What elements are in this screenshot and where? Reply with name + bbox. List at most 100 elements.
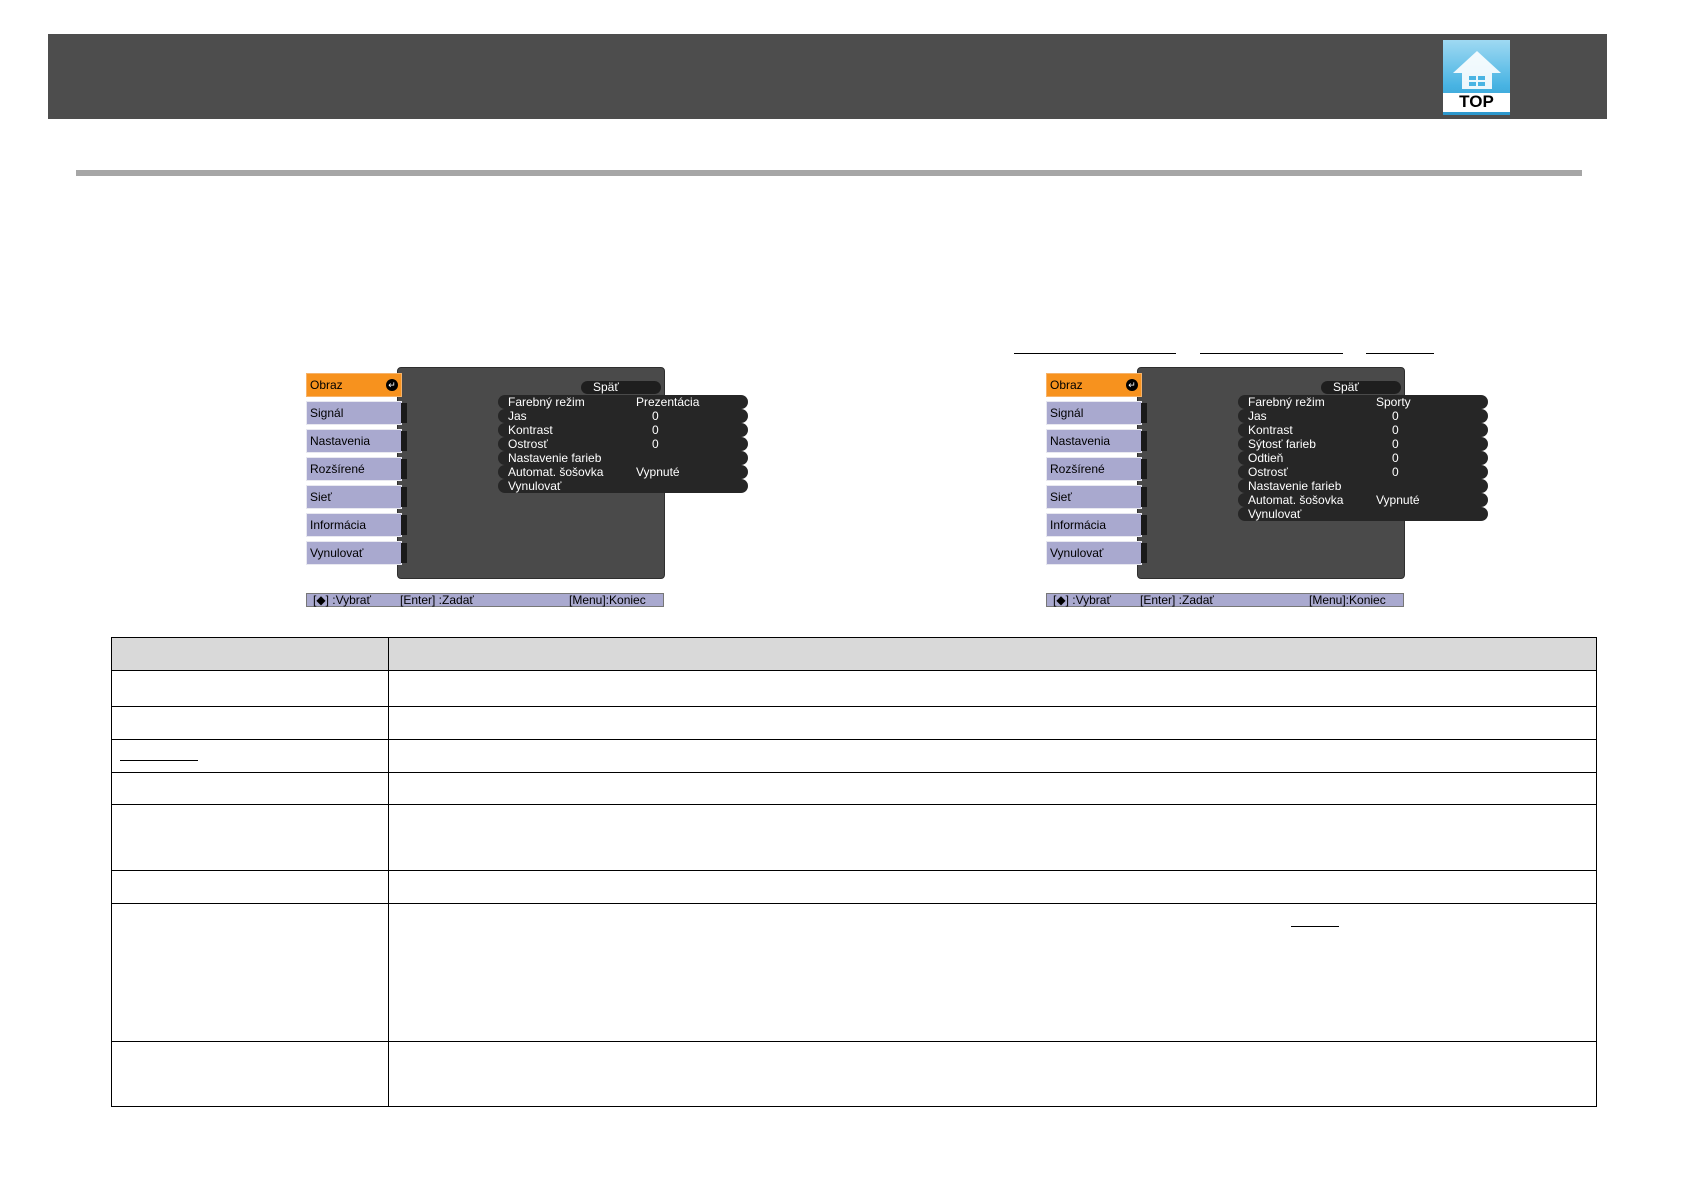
menu-tab-obraz[interactable]: Obraz ↵ <box>306 373 402 397</box>
back-button[interactable]: Späť <box>1321 381 1401 394</box>
menu-row[interactable]: Jas 0 <box>498 409 748 423</box>
table-cell <box>388 903 1597 1042</box>
row-label: Jas <box>1248 409 1267 423</box>
row-value: 0 <box>1392 465 1399 479</box>
header-bar <box>48 34 1607 119</box>
menu-row[interactable]: Kontrast 0 <box>498 423 748 437</box>
menu-row[interactable]: Kontrast 0 <box>1238 423 1488 437</box>
row-value: 0 <box>652 409 659 423</box>
footer-enter-hint: [Enter] :Zadať <box>1140 593 1214 607</box>
menu-tab-vynulovat[interactable]: Vynulovať <box>306 541 407 565</box>
table-cell <box>111 772 389 805</box>
glossary-link[interactable] <box>1291 926 1339 927</box>
menu-tab-signal[interactable]: Signál <box>1046 401 1147 425</box>
row-value: 0 <box>652 423 659 437</box>
table-cell <box>111 670 389 707</box>
menu-tab-siet[interactable]: Sieť <box>1046 485 1147 509</box>
menu-screenshot: Späť Farebný režim Prezentácia Jas 0 Kontr… <box>306 367 748 607</box>
menu-row[interactable]: Jas 0 <box>1238 409 1488 423</box>
row-label: Automat. šošovka <box>508 465 604 479</box>
row-label: Automat. šošovka <box>1248 493 1344 507</box>
menu-tab-vynulovat[interactable]: Vynulovať <box>1046 541 1147 565</box>
row-value: 0 <box>652 437 659 451</box>
menu-row[interactable]: Vynulovať <box>498 479 748 493</box>
row-label: Ostrosť <box>1248 465 1288 479</box>
menu-tab-informacia[interactable]: Informácia <box>1046 513 1147 537</box>
row-value: 0 <box>1392 409 1399 423</box>
table-row <box>111 1041 1597 1107</box>
row-value: Vypnuté <box>1376 493 1420 507</box>
home-icon-body <box>1461 73 1492 89</box>
menu-row[interactable]: Automat. šošovka Vypnuté <box>1238 493 1488 507</box>
settings-table <box>111 637 1597 1107</box>
row-label: Nastavenie farieb <box>508 451 602 465</box>
link-underline[interactable] <box>1200 353 1343 354</box>
row-label: Farebný režim <box>508 395 585 409</box>
menu-row[interactable]: Vynulovať <box>1238 507 1488 521</box>
table-cell <box>388 804 1597 871</box>
menu-screenshot: Späť Farebný režim Sporty Jas 0 Kontrast 0 … <box>1046 367 1488 607</box>
row-value: 0 <box>1392 423 1399 437</box>
row-label: Jas <box>508 409 527 423</box>
row-value: Sporty <box>1376 395 1411 409</box>
menu-tab-obraz[interactable]: Obraz ↵ <box>1046 373 1142 397</box>
row-label: Kontrast <box>1248 423 1293 437</box>
table-row <box>111 706 1597 740</box>
menu-panel: Späť Farebný režim Prezentácia Jas 0 Kontr… <box>397 367 748 579</box>
section-rule <box>76 170 1582 176</box>
footer-enter-hint: [Enter] :Zadať <box>400 593 474 607</box>
menu-tab-nastavenia[interactable]: Nastavenia <box>1046 429 1147 453</box>
menu-tab-rozsirene[interactable]: Rozšírené <box>306 457 407 481</box>
table-cell <box>388 739 1597 773</box>
row-label: Farebný režim <box>1248 395 1325 409</box>
table-row <box>111 739 1597 773</box>
glossary-link[interactable] <box>120 760 198 761</box>
menu-row[interactable]: Odtieň 0 <box>1238 451 1488 465</box>
row-label: Kontrast <box>508 423 553 437</box>
menu-footer: [◆] :Vybrať [Enter] :Zadať [Menu]:Koniec <box>1046 593 1404 607</box>
link-underline[interactable] <box>1014 353 1176 354</box>
footer-select-hint: [◆] :Vybrať <box>313 593 371 607</box>
menu-tab-nastavenia[interactable]: Nastavenia <box>306 429 407 453</box>
menu-row[interactable]: Ostrosť 0 <box>498 437 748 451</box>
menu-tab-informacia[interactable]: Informácia <box>306 513 407 537</box>
table-cell <box>388 670 1597 707</box>
enter-icon: ↵ <box>1126 379 1138 391</box>
footer-menu-hint: [Menu]:Koniec <box>1309 593 1386 607</box>
menu-tab-rozsirene[interactable]: Rozšírené <box>1046 457 1147 481</box>
menu-row[interactable]: Sýtosť farieb 0 <box>1238 437 1488 451</box>
table-cell <box>388 870 1597 904</box>
table-cell <box>388 706 1597 740</box>
table-row <box>111 670 1597 707</box>
menu-row[interactable]: Nastavenie farieb <box>1238 479 1488 493</box>
top-button-label: TOP <box>1459 92 1494 111</box>
table-row <box>111 903 1597 1042</box>
footer-select-hint: [◆] :Vybrať <box>1053 593 1111 607</box>
enter-icon: ↵ <box>386 379 398 391</box>
menu-row[interactable]: Ostrosť 0 <box>1238 465 1488 479</box>
table-cell <box>111 903 389 1042</box>
menu-row[interactable]: Automat. šošovka Vypnuté <box>498 465 748 479</box>
row-label: Sýtosť farieb <box>1248 437 1316 451</box>
menu-row[interactable]: Farebný režim Prezentácia <box>498 395 748 409</box>
menu-tab-siet[interactable]: Sieť <box>306 485 407 509</box>
table-header-cell <box>388 637 1597 671</box>
row-value: Prezentácia <box>636 395 700 409</box>
table-row <box>111 870 1597 904</box>
top-button[interactable]: TOP <box>1443 40 1510 115</box>
menu-row[interactable]: Nastavenie farieb <box>498 451 748 465</box>
row-label: Nastavenie farieb <box>1248 479 1342 493</box>
row-label: Vynulovať <box>1248 507 1302 521</box>
table-cell <box>388 772 1597 805</box>
menu-tab-signal[interactable]: Signál <box>306 401 407 425</box>
table-cell <box>111 739 389 773</box>
table-cell <box>111 870 389 904</box>
table-cell <box>111 1041 389 1107</box>
link-underline[interactable] <box>1366 353 1434 354</box>
table-row <box>111 772 1597 805</box>
footer-menu-hint: [Menu]:Koniec <box>569 593 646 607</box>
menu-row[interactable]: Farebný režim Sporty <box>1238 395 1488 409</box>
back-button[interactable]: Späť <box>581 381 661 394</box>
row-label: Ostrosť <box>508 437 548 451</box>
menu-footer: [◆] :Vybrať [Enter] :Zadať [Menu]:Koniec <box>306 593 664 607</box>
